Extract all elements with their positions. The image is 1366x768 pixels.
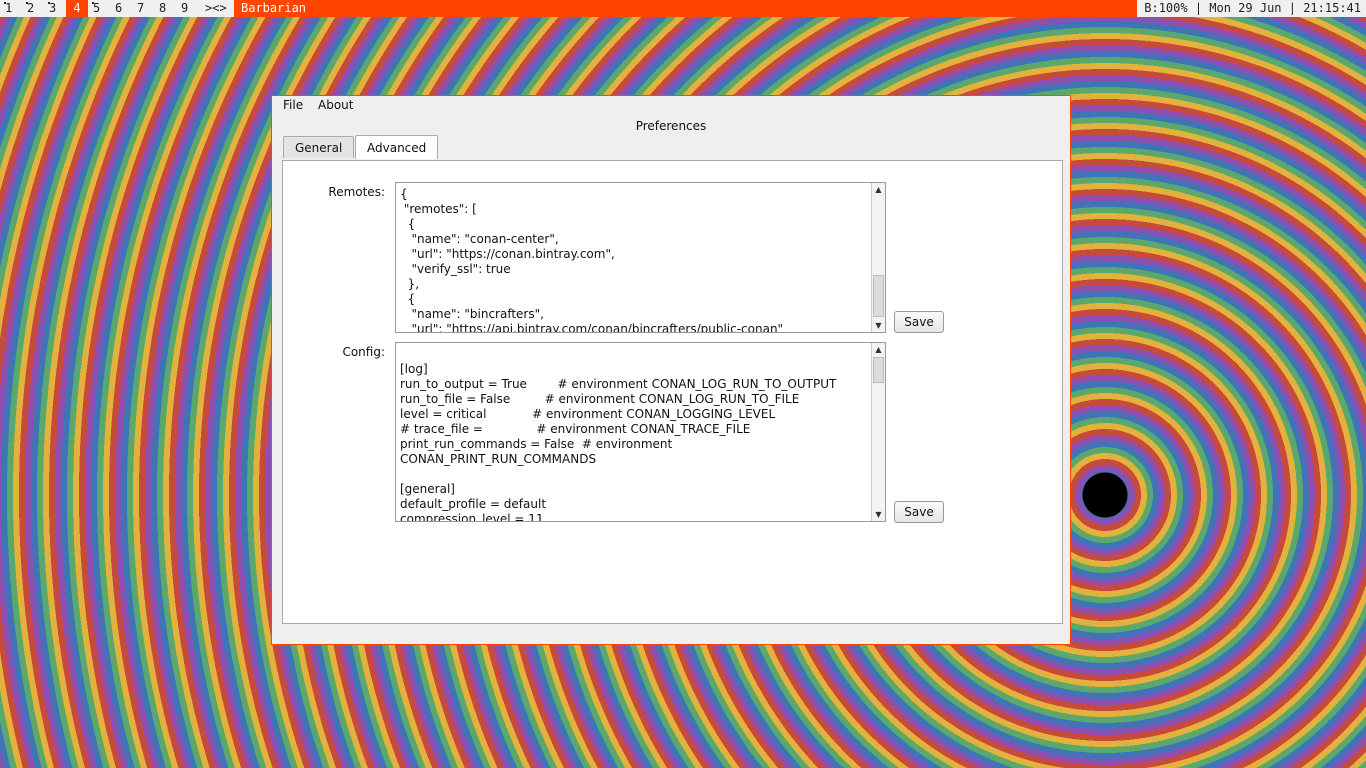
scroll-thumb[interactable] [873, 275, 884, 317]
system-status: B:100% | Mon 29 Jun | 21:15:41 [1137, 0, 1366, 17]
workspace-list: 1 2 3 4 5 6 7 8 9 ><> [0, 0, 234, 17]
workspace-9[interactable]: 9 [181, 0, 188, 17]
config-label: Config: [342, 345, 385, 359]
config-scrollbar[interactable]: ▲ ▼ [871, 343, 885, 521]
menu-about[interactable]: About [318, 98, 353, 112]
dialog-footer [272, 624, 1070, 644]
remotes-save-button[interactable]: Save [894, 311, 944, 333]
config-text: [log] run_to_output = True # environment… [400, 362, 837, 522]
menu-file[interactable]: File [283, 98, 303, 112]
workspace-3[interactable]: 3 [47, 0, 56, 17]
workspace-6[interactable]: 6 [115, 0, 122, 17]
dialog-title: Preferences [635, 119, 707, 133]
tab-advanced[interactable]: Advanced [355, 135, 439, 159]
workspace-1[interactable]: 1 [3, 0, 12, 17]
remotes-text: { "remotes": [ { "name": "conan-center",… [400, 187, 784, 333]
config-save-button[interactable]: Save [894, 501, 944, 523]
config-textarea[interactable]: [log] run_to_output = True # environment… [395, 342, 886, 522]
focused-window-title: Barbarian [241, 1, 307, 15]
workspace-4[interactable]: 4 [66, 0, 88, 17]
tab-general[interactable]: General [283, 136, 355, 158]
menu-bar: File About [272, 96, 1070, 116]
scroll-down-arrow-icon[interactable]: ▼ [872, 319, 885, 332]
scroll-up-arrow-icon[interactable]: ▲ [872, 343, 885, 356]
advanced-panel: Remotes: { "remotes": [ { "name": "conan… [282, 160, 1063, 624]
workspace-2[interactable]: 2 [25, 0, 34, 17]
layout-indicator[interactable]: ><> [205, 0, 227, 17]
workspace-5[interactable]: 5 [91, 0, 100, 17]
preferences-window: File About Preferences General Advanced … [271, 95, 1071, 645]
scroll-thumb[interactable] [873, 357, 884, 383]
workspace-8[interactable]: 8 [159, 0, 166, 17]
top-status-bar: 1 2 3 4 5 6 7 8 9 ><> Barbarian B:100% |… [0, 0, 1366, 17]
remotes-scrollbar[interactable]: ▲ ▼ [871, 183, 885, 332]
remotes-label: Remotes: [328, 185, 385, 199]
scroll-down-arrow-icon[interactable]: ▼ [872, 508, 885, 521]
workspace-7[interactable]: 7 [137, 0, 144, 17]
remotes-textarea[interactable]: { "remotes": [ { "name": "conan-center",… [395, 182, 886, 333]
scroll-up-arrow-icon[interactable]: ▲ [872, 183, 885, 196]
